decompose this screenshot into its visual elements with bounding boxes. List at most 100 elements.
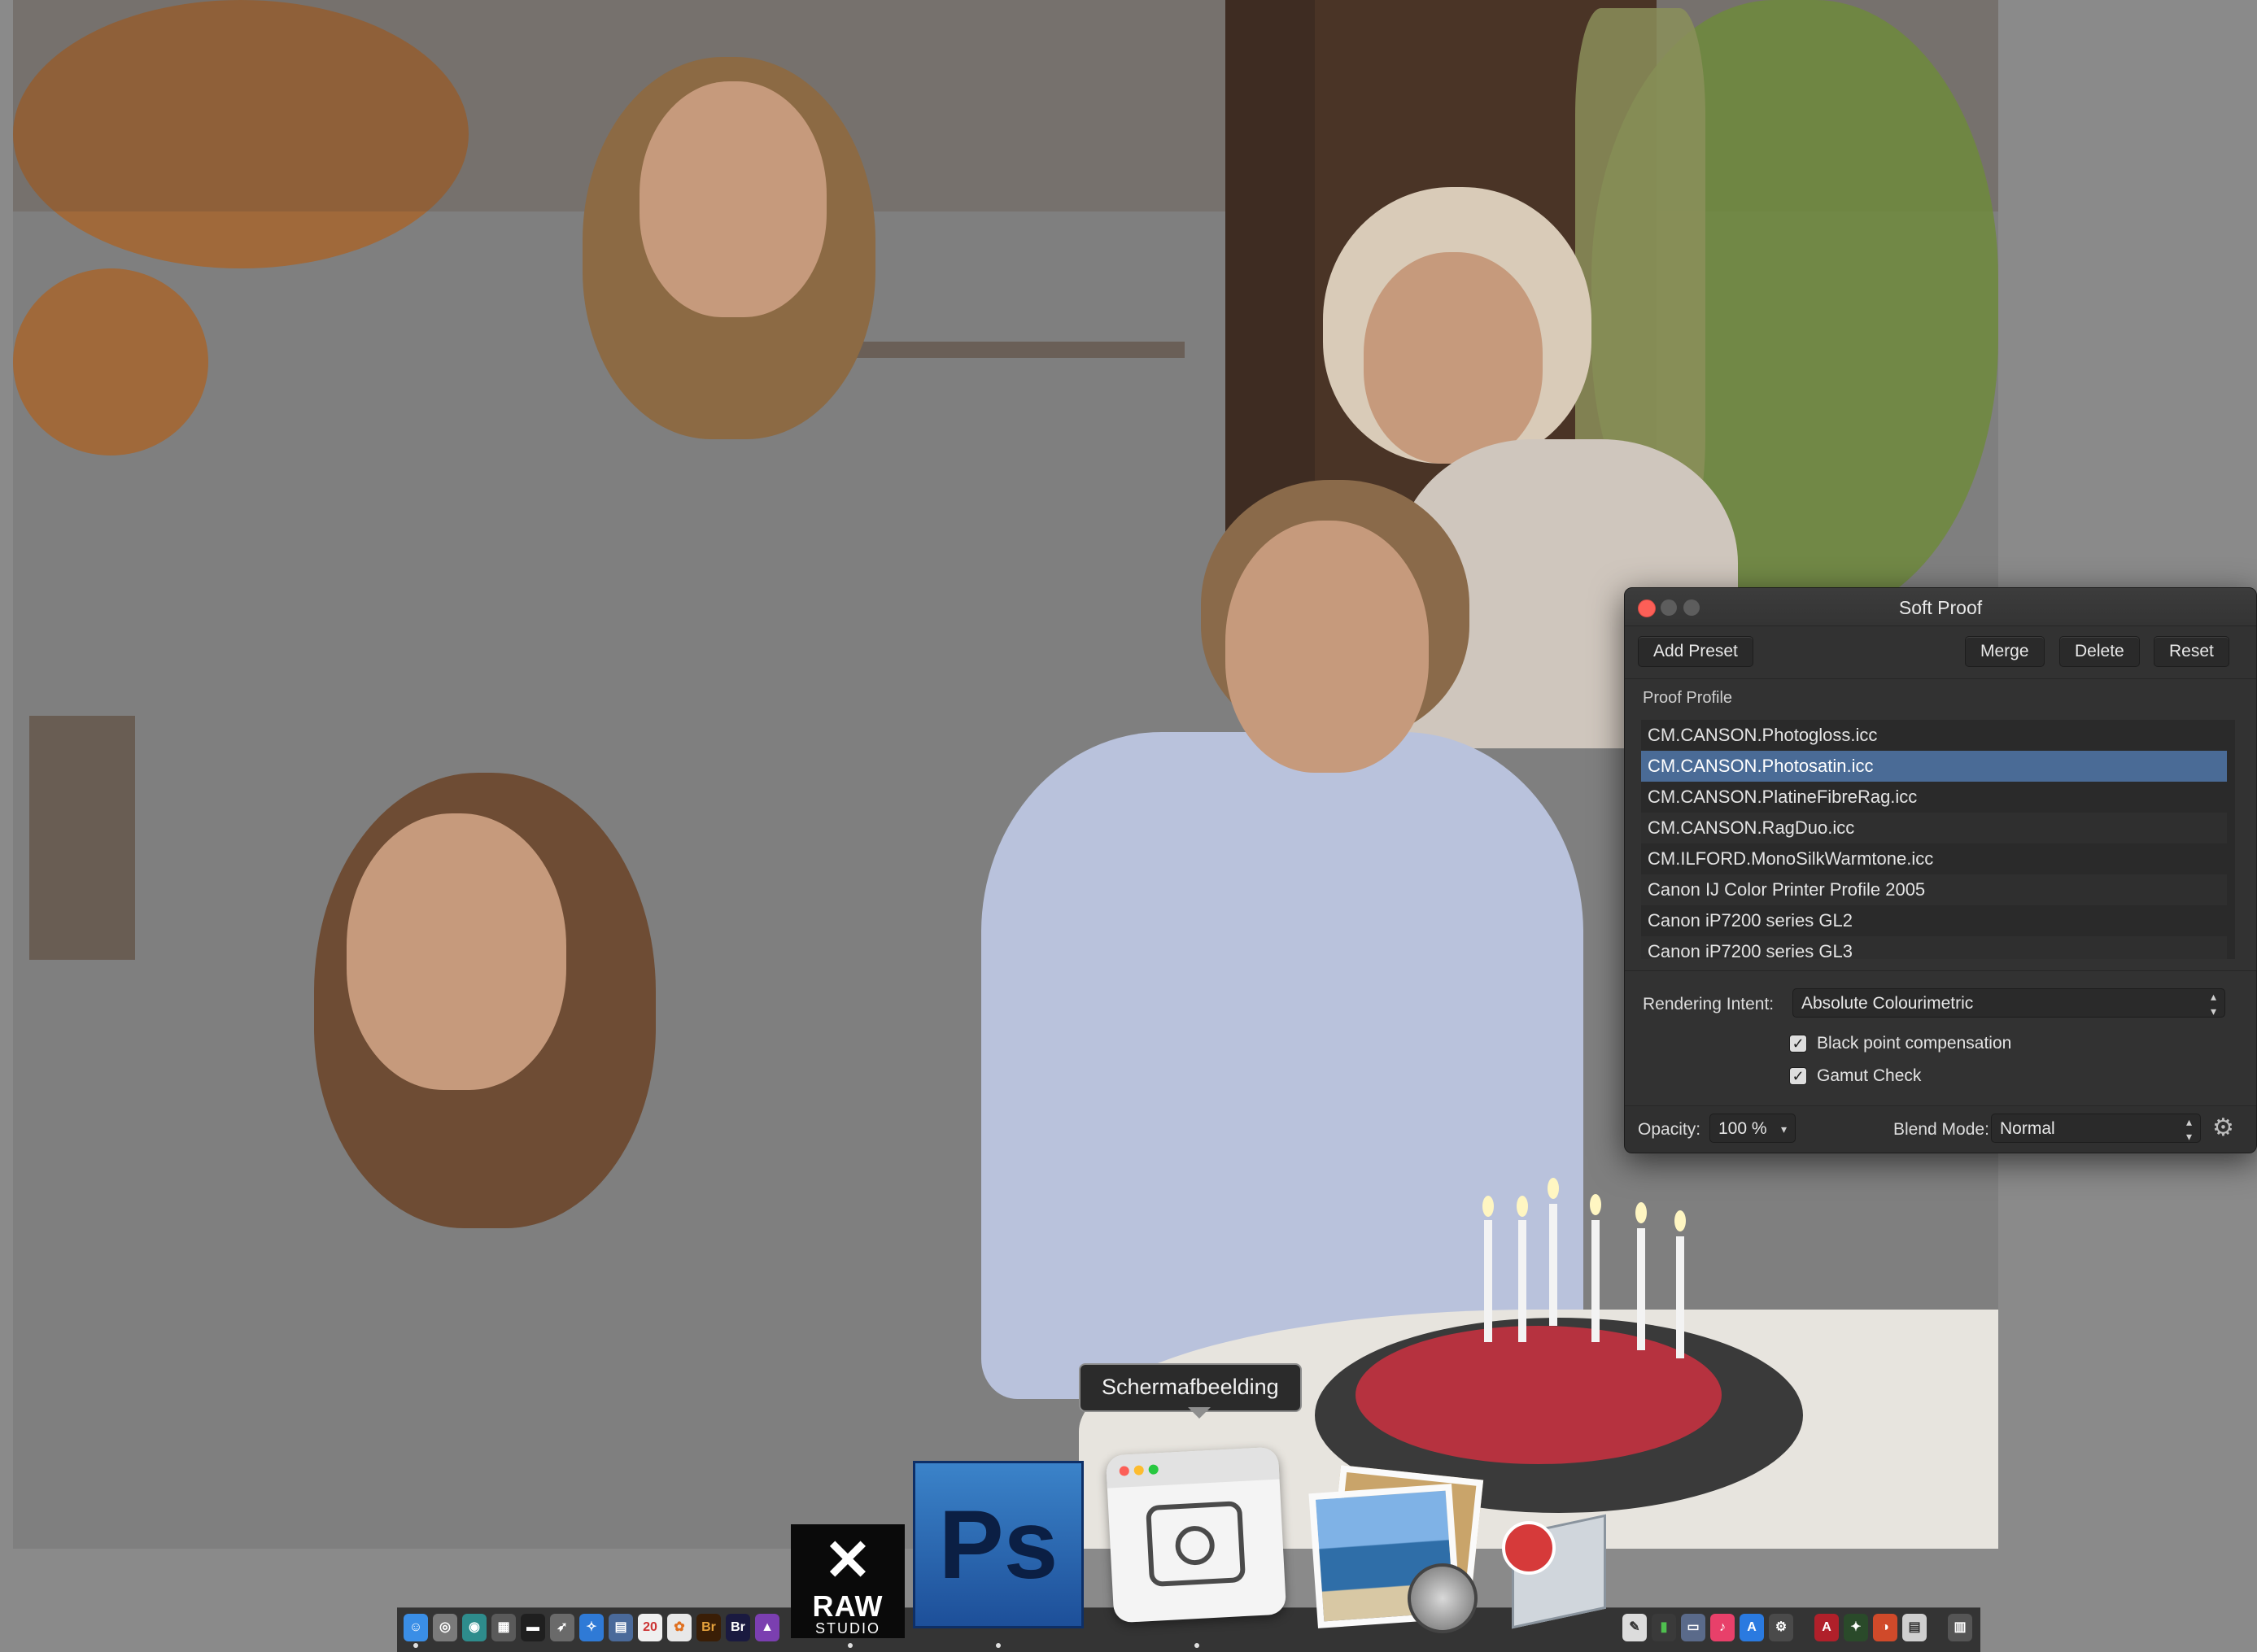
- profile-item[interactable]: Canon iP7200 series GL2: [1641, 905, 2227, 936]
- affinity-icon[interactable]: ▲: [755, 1614, 779, 1641]
- soft-proof-panel: Soft Proof Add Preset Merge Delete Reset…: [1624, 587, 2257, 1153]
- rendering-intent-select[interactable]: Absolute Colourimetric ▴ ▾: [1792, 988, 2225, 1018]
- adobe-icon[interactable]: A: [1814, 1614, 1839, 1641]
- creative-cloud-icon[interactable]: ◑: [1873, 1614, 1897, 1641]
- panel-toolbar: Add Preset Merge Delete Reset: [1625, 626, 2256, 679]
- candle: [1484, 1220, 1492, 1342]
- candle-flame: [1674, 1210, 1686, 1231]
- candle-flame: [1590, 1194, 1601, 1215]
- black-point-compensation-row[interactable]: ✓ Black point compensation: [1789, 1034, 2011, 1053]
- proof-profile-list[interactable]: CM.CANSON.Photogloss.icc CM.CANSON.Photo…: [1641, 720, 2227, 959]
- bridge-icon[interactable]: Br: [696, 1614, 721, 1641]
- tools-icon[interactable]: ✦: [1844, 1614, 1868, 1641]
- candle: [1676, 1236, 1684, 1358]
- profile-item-selected[interactable]: CM.CANSON.Photosatin.icc: [1641, 751, 2227, 782]
- merge-button[interactable]: Merge: [1965, 636, 2045, 667]
- profile-item[interactable]: CM.CANSON.PlatineFibreRag.icc: [1641, 782, 2227, 813]
- app-icon[interactable]: ▦: [491, 1614, 516, 1641]
- screenshot-icon[interactable]: [1105, 1446, 1287, 1624]
- launchpad-icon[interactable]: ◎: [433, 1614, 457, 1641]
- document-icon[interactable]: ▤: [1902, 1614, 1927, 1641]
- studio-label: STUDIO: [814, 1620, 880, 1637]
- blend-mode-label: Blend Mode:: [1893, 1120, 1989, 1139]
- dock-tooltip: Schermafbeelding: [1079, 1363, 1302, 1412]
- person-man-shirt: [981, 732, 1583, 1399]
- add-preset-button[interactable]: Add Preset: [1638, 636, 1753, 667]
- candle-flame: [1482, 1196, 1494, 1217]
- candle: [1518, 1220, 1526, 1342]
- profile-item[interactable]: Canon iP7200 series GL3: [1641, 936, 2227, 959]
- app-icon[interactable]: ▤: [609, 1614, 633, 1641]
- photoshop-icon[interactable]: Ps: [913, 1461, 1084, 1628]
- image-capture-icon[interactable]: [1495, 1514, 1616, 1629]
- bridge-icon-2[interactable]: Br: [726, 1614, 750, 1641]
- shelf: [843, 342, 1185, 358]
- rendering-intent-value: Absolute Colourimetric: [1801, 994, 1974, 1013]
- raw-studio-icon[interactable]: ✕ RAW STUDIO: [791, 1524, 905, 1638]
- cake: [1356, 1326, 1722, 1464]
- activity-icon[interactable]: ◉: [462, 1614, 487, 1641]
- trash-icon[interactable]: ▥: [1948, 1614, 1972, 1641]
- delete-button[interactable]: Delete: [2059, 636, 2140, 667]
- profile-item[interactable]: CM.CANSON.Photogloss.icc: [1641, 720, 2227, 751]
- candle: [1637, 1228, 1645, 1350]
- finder-icon[interactable]: ☺: [404, 1614, 428, 1641]
- calendar-icon[interactable]: 20: [638, 1614, 662, 1641]
- blend-mode-select[interactable]: Normal ▴ ▾: [1991, 1114, 2201, 1143]
- running-indicator: [996, 1643, 1001, 1648]
- chevron-down-icon[interactable]: ▾: [1781, 1114, 1787, 1144]
- rendering-intent-label: Rendering Intent:: [1643, 995, 1775, 1013]
- profile-item[interactable]: CM.ILFORD.MonoSilkWarmtone.icc: [1641, 843, 2227, 874]
- textedit-icon[interactable]: ✎: [1622, 1614, 1647, 1641]
- app-store-icon[interactable]: A: [1740, 1614, 1764, 1641]
- rocket-icon[interactable]: ➶: [550, 1614, 574, 1641]
- person-man-face: [1225, 521, 1429, 773]
- divider: [1625, 970, 2256, 971]
- panel-title: Soft Proof: [1898, 597, 1983, 618]
- black-point-checkbox[interactable]: ✓: [1789, 1035, 1807, 1053]
- panel-titlebar[interactable]: Soft Proof: [1625, 588, 2256, 626]
- tooltip-tail: [1188, 1407, 1211, 1419]
- person-older-woman-face: [1364, 252, 1543, 464]
- chart-icon[interactable]: ▮: [1652, 1614, 1676, 1641]
- opacity-value: 100 %: [1718, 1119, 1767, 1138]
- opacity-field[interactable]: 100 % ▾: [1709, 1114, 1796, 1143]
- candle-flame: [1517, 1196, 1528, 1217]
- running-indicator: [1194, 1643, 1199, 1648]
- flower-photo: [1502, 1521, 1556, 1575]
- blend-mode-value: Normal: [2000, 1119, 2055, 1138]
- music-icon[interactable]: ♪: [1710, 1614, 1735, 1641]
- profile-item[interactable]: Canon IJ Color Printer Profile 2005: [1641, 874, 2227, 905]
- candle: [1549, 1204, 1557, 1326]
- raw-x-logo: ✕: [823, 1528, 872, 1592]
- profile-list-scrollbar[interactable]: [2227, 720, 2235, 959]
- safari-icon[interactable]: ✧: [579, 1614, 604, 1641]
- red-dot: [1119, 1466, 1130, 1476]
- photoshop-label: Ps: [938, 1490, 1059, 1599]
- green-dot: [1148, 1464, 1159, 1475]
- running-indicator: [413, 1643, 418, 1648]
- profile-item[interactable]: CM.CANSON.RagDuo.icc: [1641, 813, 2227, 843]
- person-woman-face: [347, 813, 566, 1090]
- yellow-dot: [1133, 1465, 1145, 1475]
- podium-icon[interactable]: ▭: [1681, 1614, 1705, 1641]
- terminal-icon[interactable]: ▬: [521, 1614, 545, 1641]
- photos-icon[interactable]: ✿: [667, 1614, 692, 1641]
- candle-flame: [1635, 1202, 1647, 1223]
- gamut-check-checkbox[interactable]: ✓: [1789, 1067, 1807, 1086]
- updown-chevron-icon: ▴ ▾: [2185, 1115, 2192, 1143]
- preview-icon[interactable]: [1308, 1465, 1484, 1633]
- candle: [1591, 1220, 1600, 1342]
- black-point-label: Black point compensation: [1817, 1034, 2012, 1053]
- loupe-icon: [1408, 1563, 1478, 1633]
- opacity-label: Opacity:: [1638, 1120, 1701, 1139]
- running-indicator: [848, 1643, 853, 1648]
- candle-flame: [1548, 1178, 1559, 1199]
- system-preferences-icon[interactable]: ⚙: [1769, 1614, 1793, 1641]
- reset-button[interactable]: Reset: [2154, 636, 2229, 667]
- gear-icon[interactable]: ⚙: [2212, 1115, 2234, 1141]
- gamut-check-label: Gamut Check: [1817, 1066, 1922, 1085]
- dog-head: [13, 268, 208, 455]
- raw-label: RAW: [812, 1589, 884, 1623]
- gamut-check-row[interactable]: ✓ Gamut Check: [1789, 1066, 1921, 1086]
